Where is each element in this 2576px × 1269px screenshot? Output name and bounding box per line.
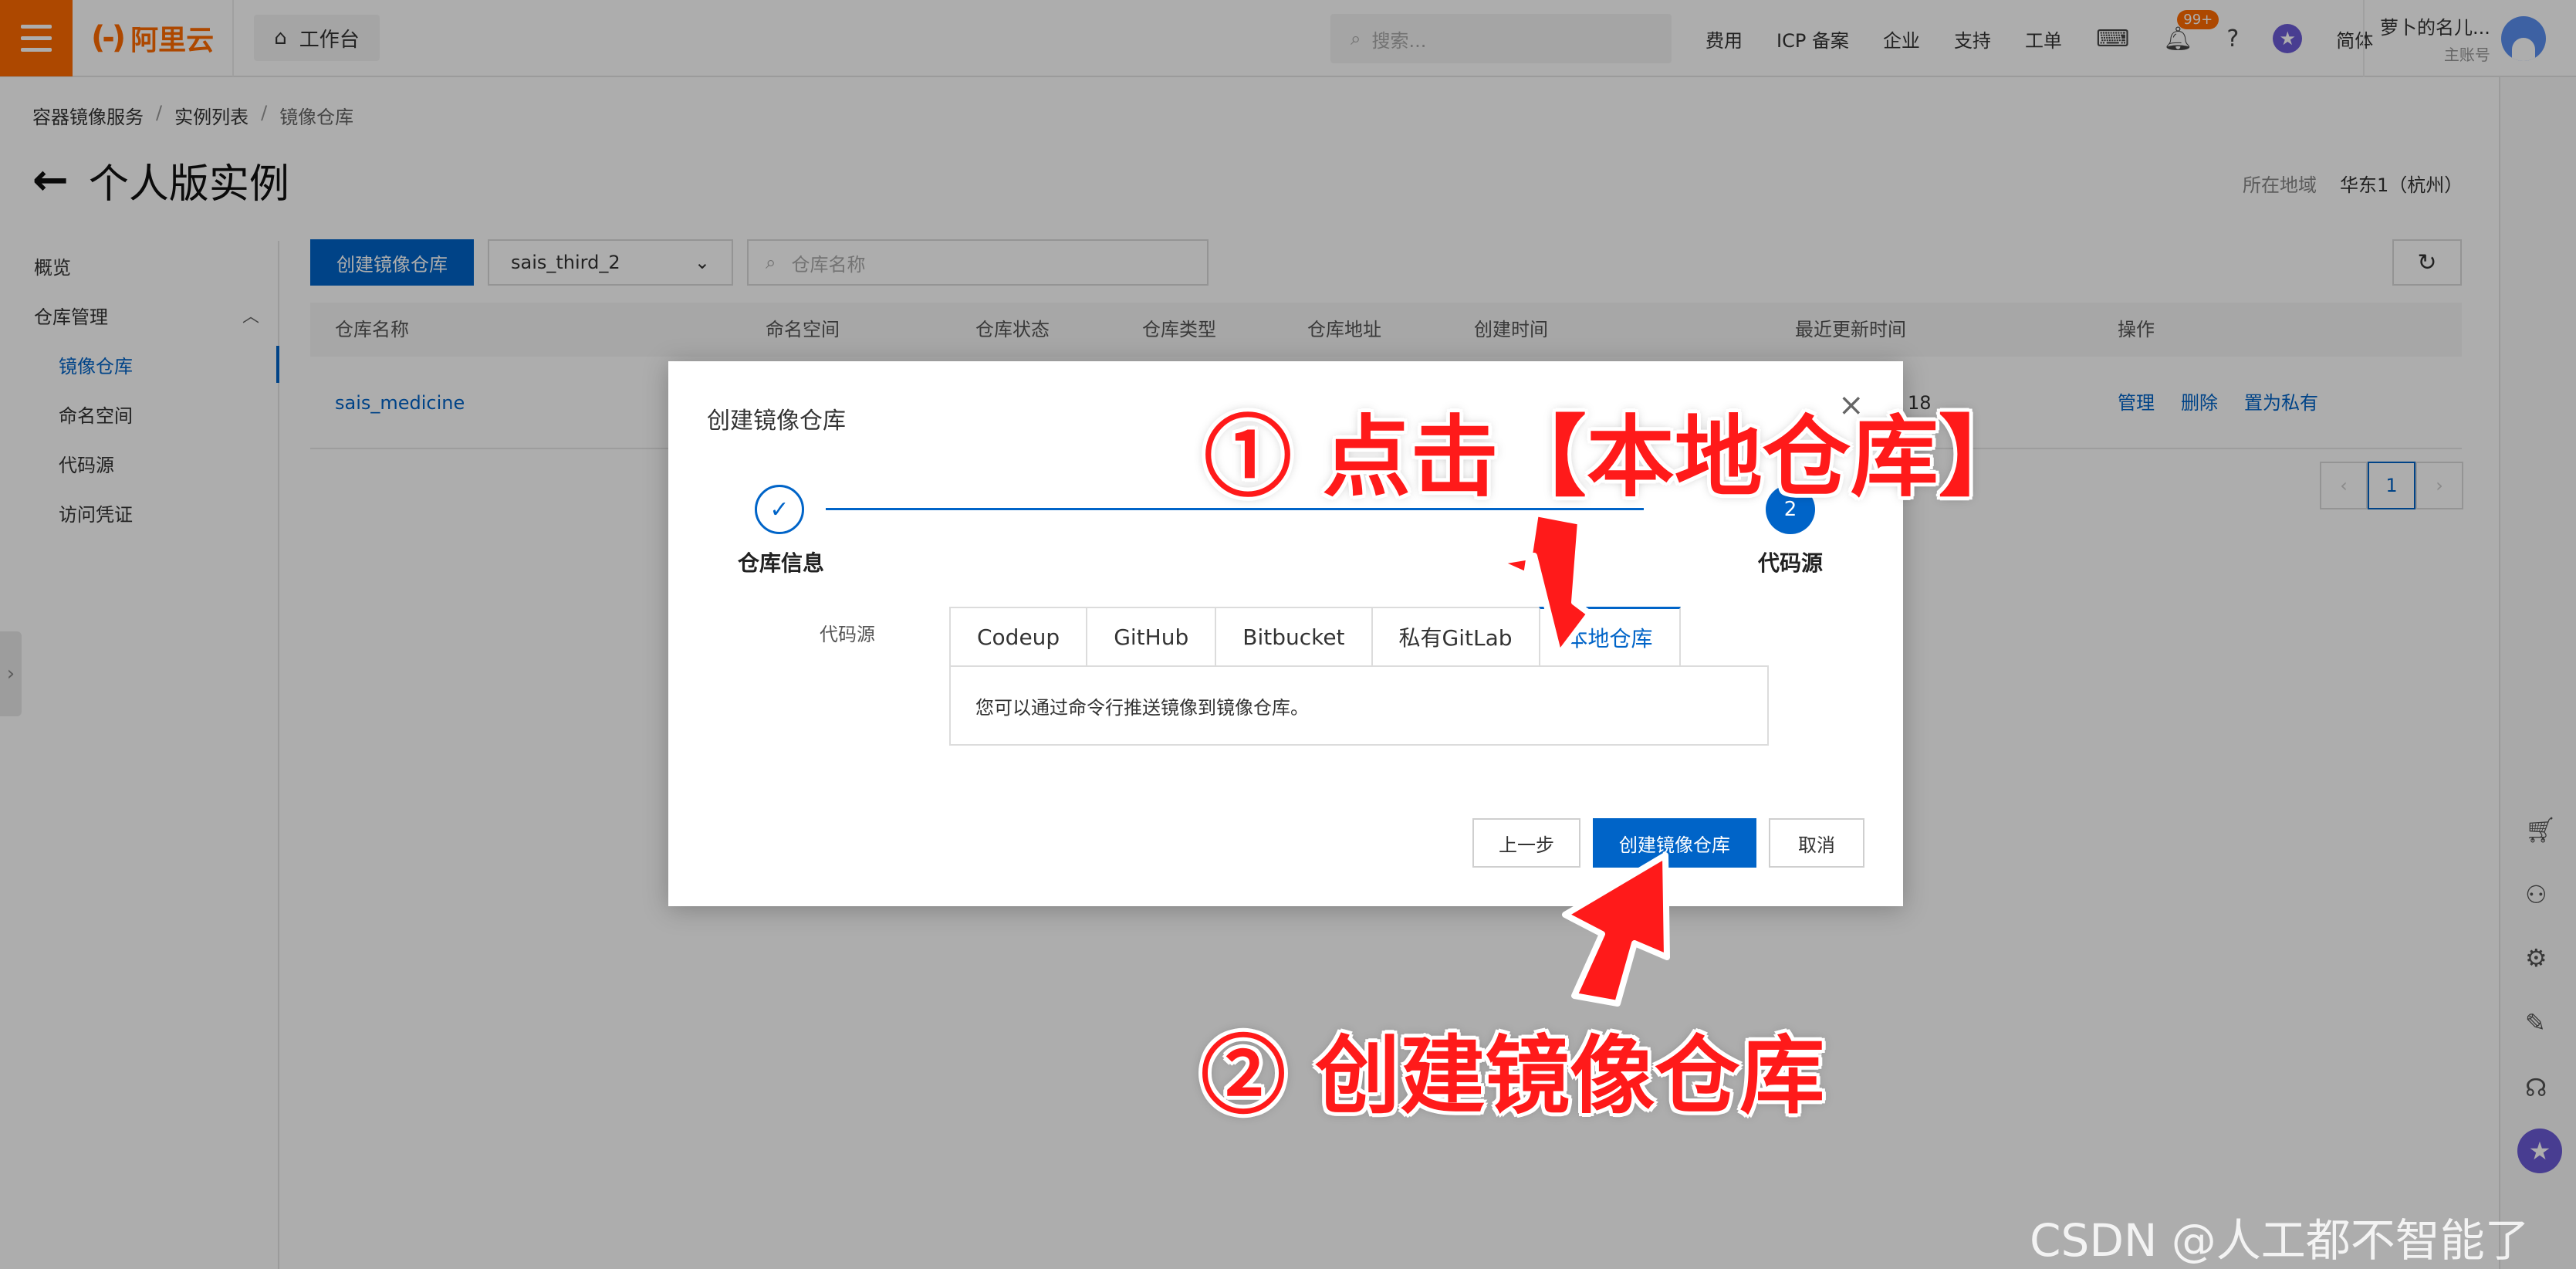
watermark: CSDN @人工都不智能了: [2030, 1214, 2530, 1267]
annotation-arrows: [1494, 510, 1670, 1007]
annotation-arrow-down: [1494, 510, 1593, 658]
annotation-arrow-up: [1562, 852, 1670, 1007]
